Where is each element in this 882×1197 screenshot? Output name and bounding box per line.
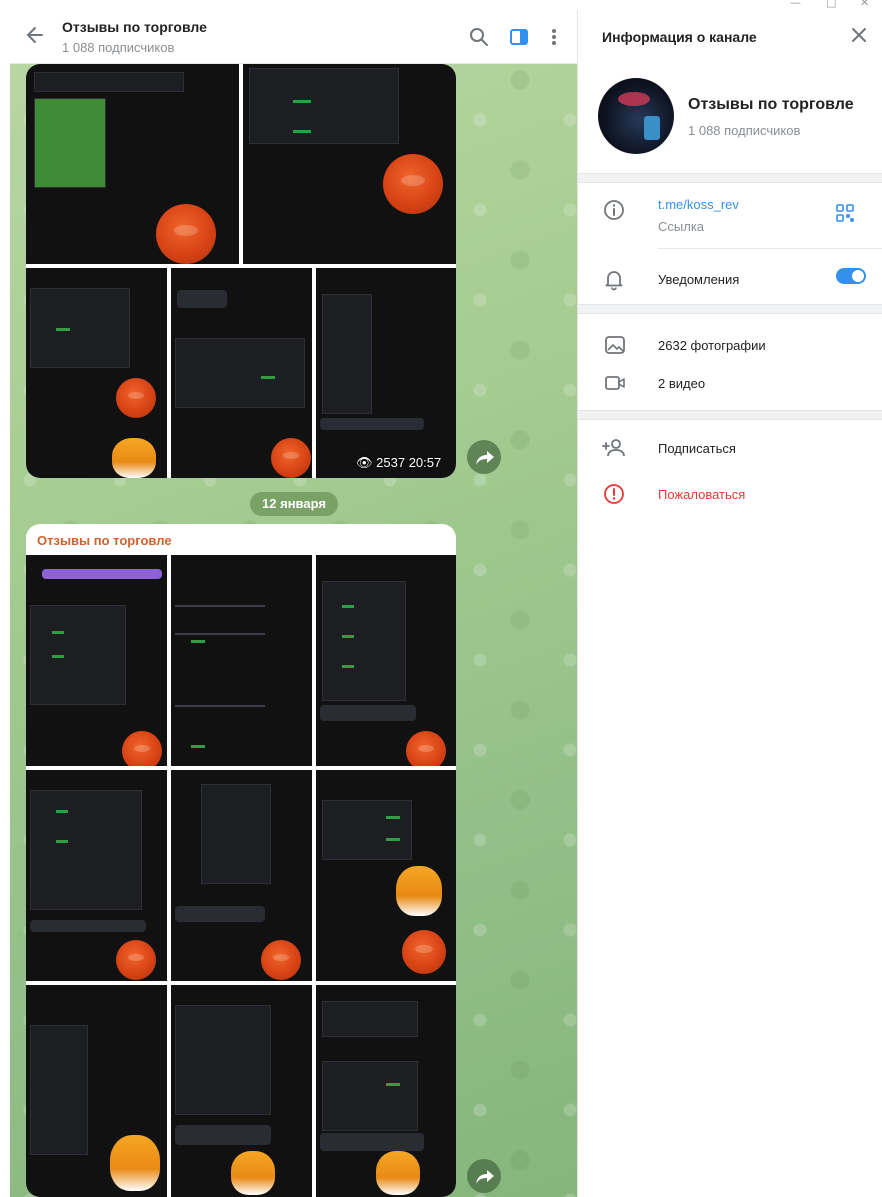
album-photo[interactable]	[171, 770, 312, 981]
album-photo[interactable]	[26, 64, 239, 264]
channel-name: Отзывы по торговле	[688, 96, 854, 113]
message-album[interactable]: 👁 2537 20:57	[26, 64, 456, 478]
album-photo[interactable]	[26, 555, 167, 766]
album-photo[interactable]	[26, 985, 167, 1197]
notifications-toggle[interactable]	[836, 268, 866, 284]
window-close-icon[interactable]: ✕	[860, 0, 869, 9]
chat-subscribers: 1 088 подписчиков	[62, 40, 175, 55]
album-photo[interactable]	[316, 985, 456, 1197]
info-icon	[602, 198, 626, 222]
album-photo[interactable]	[171, 268, 312, 478]
maximize-icon[interactable]: □	[826, 0, 836, 9]
minimize-icon[interactable]: —	[790, 0, 801, 9]
video-icon	[604, 372, 628, 396]
album-photo[interactable]	[26, 268, 167, 478]
bell-icon	[602, 267, 626, 291]
eye-icon: 👁	[356, 455, 373, 470]
share-icon[interactable]	[467, 1159, 501, 1193]
album-photo[interactable]	[316, 268, 456, 478]
search-icon[interactable]	[468, 26, 490, 48]
channel-avatar[interactable]	[598, 78, 674, 154]
add-user-icon	[602, 436, 626, 460]
subscribe-button[interactable]: Подписаться	[658, 441, 736, 456]
channel-subscribers: 1 088 подписчиков	[688, 123, 801, 138]
section-divider	[578, 410, 882, 420]
album-photo[interactable]	[316, 770, 456, 981]
section-divider	[578, 304, 882, 314]
panel-title: Информация о канале	[602, 29, 757, 45]
album-photo[interactable]	[316, 555, 456, 766]
album-author[interactable]: Отзывы по торговле	[37, 533, 172, 548]
date-separator: 12 января	[250, 492, 338, 516]
channel-link[interactable]: t.me/koss_rev	[658, 197, 739, 212]
photos-count[interactable]: 2632 фотографии	[658, 338, 766, 353]
album-photo[interactable]	[171, 985, 312, 1197]
views-counter: 👁 2537 20:57	[356, 455, 442, 470]
album-photo[interactable]	[243, 64, 456, 264]
chat-area: Отзывы по торговле 1 088 подписчиков 👁 2…	[10, 10, 577, 1197]
chat-header: Отзывы по торговле 1 088 подписчиков	[10, 10, 577, 64]
back-arrow-icon[interactable]	[24, 24, 50, 50]
album-photo[interactable]	[171, 555, 312, 766]
close-icon[interactable]	[850, 26, 868, 48]
more-vertical-icon[interactable]	[543, 26, 565, 48]
share-icon[interactable]	[467, 440, 501, 474]
chat-title[interactable]: Отзывы по торговле	[62, 19, 207, 35]
row-divider	[658, 248, 882, 249]
section-divider	[578, 173, 882, 183]
qr-code-icon[interactable]	[835, 203, 859, 227]
notifications-label: Уведомления	[658, 272, 740, 287]
videos-count[interactable]: 2 видео	[658, 376, 705, 391]
report-icon	[602, 482, 626, 506]
sidebar-toggle-icon[interactable]	[508, 26, 530, 48]
message-album[interactable]: Отзывы по торговле	[26, 524, 456, 1197]
channel-info-panel: Информация о канале Отзывы по торговле 1…	[577, 10, 882, 1197]
album-photo[interactable]	[26, 770, 167, 981]
photo-icon	[604, 334, 628, 358]
link-caption: Ссылка	[658, 219, 705, 234]
window-titlebar: — □ ✕	[0, 0, 882, 10]
report-button[interactable]: Пожаловаться	[658, 487, 745, 502]
